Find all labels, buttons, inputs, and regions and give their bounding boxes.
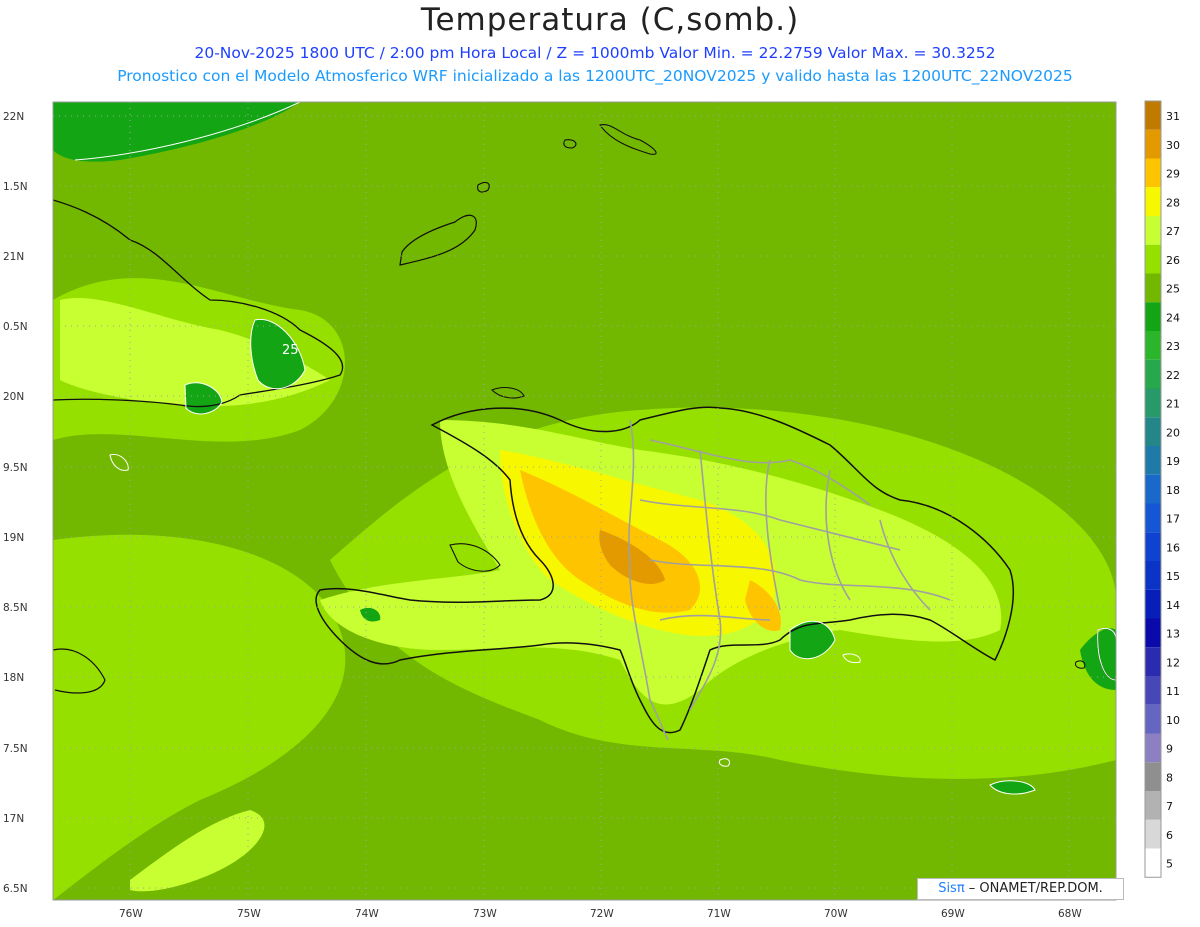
lon-label: 74W <box>355 908 379 920</box>
lat-label: 1.5N <box>3 181 28 193</box>
lon-label: 68W <box>1058 908 1082 920</box>
lon-label: 75W <box>237 908 261 920</box>
lon-label: 70W <box>824 908 848 920</box>
colorbar-swatch <box>1145 791 1161 820</box>
colorbar-label: 10 <box>1166 714 1180 727</box>
colorbar-swatch <box>1145 388 1161 418</box>
colorbar-swatch <box>1145 446 1161 475</box>
colorbar-label: 13 <box>1166 628 1180 641</box>
lat-label: 17N <box>3 813 24 825</box>
colorbar-swatch <box>1145 331 1161 360</box>
lat-label: 7.5N <box>3 743 28 755</box>
colorbar-label: 5 <box>1166 858 1173 871</box>
colorbar-swatch <box>1145 417 1161 446</box>
colorbar-swatch <box>1145 704 1161 734</box>
lon-label: 72W <box>590 908 614 920</box>
credit-text: – ONAMET/REP.DOM. <box>964 881 1103 896</box>
colorbar-swatch <box>1145 273 1161 303</box>
colorbar-label: 22 <box>1166 369 1180 382</box>
colorbar-swatch <box>1145 733 1161 763</box>
lon-label: 71W <box>707 908 731 920</box>
colorbar-swatch <box>1145 474 1161 504</box>
lat-label: 6.5N <box>3 883 28 895</box>
colorbar-label: 19 <box>1166 455 1180 468</box>
colorbar-swatch <box>1145 532 1161 561</box>
colorbar-label: 6 <box>1166 829 1173 842</box>
colorbar-label: 21 <box>1166 398 1180 411</box>
lon-axis: 76W 75W 74W 73W 72W 71W 70W 69W 68W <box>119 908 1082 920</box>
lon-label: 73W <box>473 908 497 920</box>
lat-label: 9.5N <box>3 462 28 474</box>
lat-label: 18N <box>3 672 24 684</box>
temperature-map: 25 22N 1.5N 21N 0.5N 20N 9.5N 19N 8.5N 1… <box>3 100 1180 920</box>
lat-label: 19N <box>3 532 24 544</box>
colorbar-label: 17 <box>1166 513 1180 526</box>
colorbar-swatch <box>1145 158 1161 188</box>
colorbar-swatch <box>1145 762 1161 791</box>
colorbar-swatch <box>1145 819 1161 849</box>
colorbar-label: 28 <box>1166 196 1180 209</box>
lat-label: 20N <box>3 391 24 403</box>
colorbar-label: 7 <box>1166 800 1173 813</box>
colorbar-swatch <box>1145 618 1161 648</box>
lat-label: 21N <box>3 251 24 263</box>
contour-label: 25 <box>282 343 299 358</box>
colorbar-label: 30 <box>1166 139 1180 152</box>
lon-label: 69W <box>941 908 965 920</box>
colorbar-swatch <box>1145 216 1161 245</box>
lat-label: 0.5N <box>3 321 28 333</box>
colorbar-label: 29 <box>1166 168 1180 181</box>
colorbar-label: 27 <box>1166 225 1180 238</box>
colorbar-swatch <box>1145 244 1161 274</box>
lat-label: 22N <box>3 111 24 123</box>
colorbar-label: 14 <box>1166 599 1180 612</box>
colorbar-label: 20 <box>1166 426 1180 439</box>
colorbar-label: 12 <box>1166 656 1180 669</box>
lat-label: 8.5N <box>3 602 28 614</box>
colorbar-label: 16 <box>1166 541 1180 554</box>
colorbar-swatch <box>1145 647 1161 676</box>
colorbar-swatch <box>1145 848 1161 878</box>
colorbar-label: 25 <box>1166 283 1180 296</box>
credit-box: Sisπ – ONAMET/REP.DOM. <box>917 878 1124 900</box>
colorbar: 31 30 29 28 27 26 25 24 23 22 21 20 19 18 17 16 15 14 13 12… <box>1144 100 1180 878</box>
colorbar-swatch <box>1145 503 1161 533</box>
colorbar-label: 15 <box>1166 570 1180 583</box>
sispi-logo: Sisπ <box>938 881 965 896</box>
colorbar-label: 26 <box>1166 254 1180 267</box>
colorbar-swatch <box>1145 129 1161 159</box>
colorbar-label: 23 <box>1166 340 1180 353</box>
colorbar-label: 9 <box>1166 743 1173 756</box>
lat-axis: 22N 1.5N 21N 0.5N 20N 9.5N 19N 8.5N 18N … <box>3 111 28 895</box>
lon-label: 76W <box>119 908 143 920</box>
colorbar-label: 18 <box>1166 484 1180 497</box>
colorbar-label: 8 <box>1166 771 1173 784</box>
colorbar-swatch <box>1145 101 1161 130</box>
colorbar-swatch <box>1145 302 1161 331</box>
colorbar-swatch <box>1145 187 1161 216</box>
colorbar-label: 11 <box>1166 685 1180 698</box>
colorbar-swatch <box>1145 589 1161 619</box>
colorbar-label: 31 <box>1166 110 1180 123</box>
colorbar-swatch <box>1145 676 1161 705</box>
colorbar-swatch <box>1145 561 1161 590</box>
colorbar-label: 24 <box>1166 311 1180 324</box>
colorbar-swatch <box>1145 359 1161 389</box>
